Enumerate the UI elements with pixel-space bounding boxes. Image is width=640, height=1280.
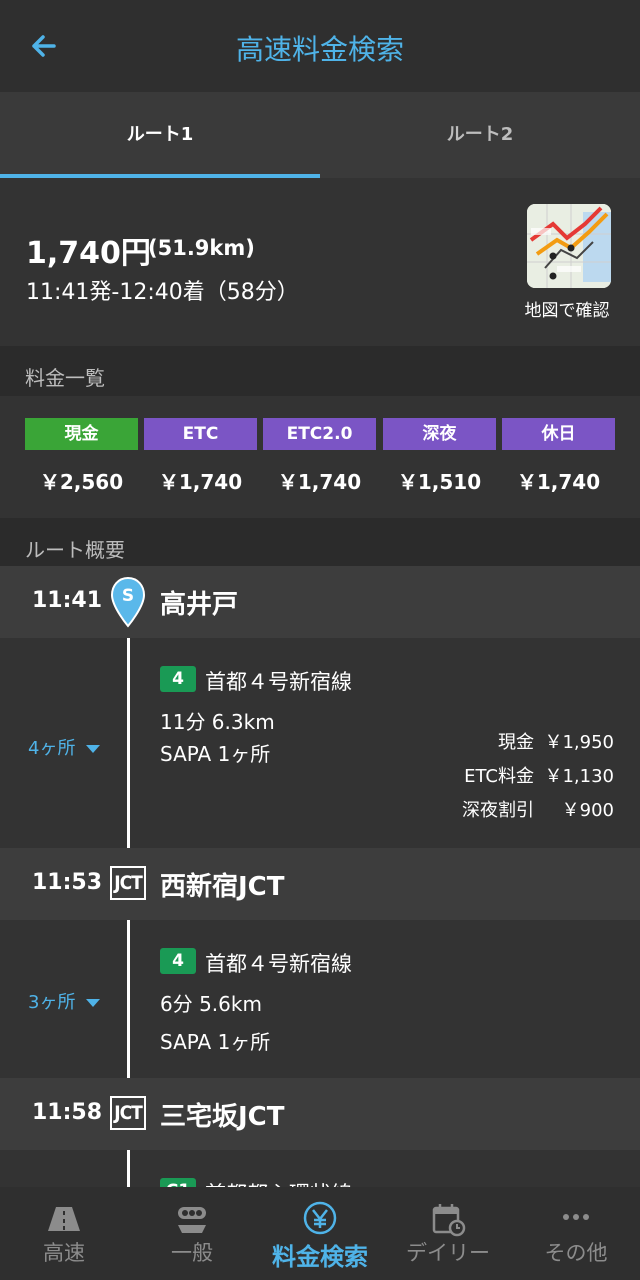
nav-label: 一般 (171, 1241, 213, 1265)
fee-header-etc: ETC (144, 418, 257, 450)
segment-count-toggle[interactable]: 4ヶ所 (28, 734, 101, 760)
fee-table (0, 396, 640, 518)
node-time: 11:53 (32, 870, 103, 895)
fee-header-etc2: ETC2.0 (263, 418, 376, 450)
start-pin-icon: S (110, 576, 146, 628)
app-bar: 高速料金検索 (0, 0, 640, 92)
fee-value-holiday: ￥1,740 (516, 470, 601, 494)
yen-icon (303, 1201, 337, 1235)
fee-header-night: 深夜 (383, 418, 496, 450)
more-icon (563, 1214, 589, 1220)
nav-general[interactable]: 一般 (128, 1187, 256, 1280)
road-number-badge: 4 (160, 948, 196, 974)
route-line (127, 638, 130, 848)
jct-icon: JCT (110, 866, 146, 900)
fee-value-etc2: ￥1,740 (277, 470, 362, 494)
node-name: 高井戸 (160, 590, 239, 620)
route-line (127, 920, 130, 1078)
chevron-down-icon (86, 745, 101, 753)
map-thumbnail[interactable] (527, 204, 611, 288)
node-name: 三宅坂JCT (160, 1102, 285, 1132)
calendar-icon (432, 1204, 466, 1237)
segment-duration-distance: 11分 6.3km (160, 710, 275, 734)
node-time: 11:58 (32, 1100, 103, 1125)
tab-route-1[interactable]: ルート1 (0, 92, 320, 178)
route-node[interactable]: 11:53 JCT 西新宿JCT (0, 848, 640, 920)
fee-header-cash: 現金 (25, 418, 138, 450)
segment-sapa: SAPA 1ヶ所 (160, 742, 271, 766)
node-name: 西新宿JCT (160, 872, 285, 902)
segment-fee-label: 深夜割引 (462, 800, 534, 821)
nav-daily[interactable]: デイリー (384, 1187, 512, 1280)
road-name: 首都都心環状線 (205, 1178, 352, 1187)
page-title: 高速料金検索 (235, 33, 404, 66)
route-map-icon (527, 204, 611, 288)
route-node[interactable]: 11:58 JCT 三宅坂JCT (0, 1078, 640, 1150)
tab-route-2[interactable]: ルート2 (320, 92, 640, 178)
route-summary: 1,740円 (51.9km) 11:41発-12:40着（58分） 地図で確認 (0, 178, 640, 346)
svg-text:S: S (122, 586, 134, 606)
fee-value-cash: ￥2,560 (39, 470, 124, 494)
departure-arrival-time: 11:41発-12:40着（58分） (26, 280, 299, 305)
map-confirm-link[interactable]: 地図で確認 (505, 296, 629, 321)
road-name: 首都４号新宿線 (205, 952, 352, 976)
segment-count-toggle[interactable]: 3ヶ所 (28, 988, 101, 1014)
road-number-badge: C1 (160, 1178, 196, 1187)
traffic-light-icon (178, 1207, 206, 1233)
route-overview-label: ルート概要 (25, 538, 125, 562)
fee-value-night: ￥1,510 (397, 470, 482, 494)
nav-highway[interactable]: 高速 (0, 1187, 128, 1280)
segment-fee-label: 現金 (498, 732, 534, 753)
segment-fee-value: ￥1,130 (544, 766, 614, 787)
total-distance: (51.9km) (148, 236, 255, 260)
segment-duration-distance: 6分 5.6km (160, 992, 262, 1016)
segment-fee-label: ETC料金 (464, 766, 534, 787)
nav-label: デイリー (406, 1241, 490, 1265)
fee-header-holiday: 休日 (502, 418, 615, 450)
route-line (127, 1150, 130, 1187)
nav-fee-search[interactable]: 料金検索 (256, 1187, 384, 1280)
route-tabs: ルート1 ルート2 (0, 92, 640, 178)
road-number-badge: 4 (160, 666, 196, 692)
segment-fee-value: ￥900 (561, 800, 614, 821)
route-segment: 4ヶ所 4 首都４号新宿線 11分 6.3km SAPA 1ヶ所 現金 ￥1,9… (0, 638, 640, 848)
jct-icon: JCT (110, 1096, 146, 1130)
segment-sapa: SAPA 1ヶ所 (160, 1030, 271, 1054)
fee-list-label: 料金一覧 (25, 366, 105, 390)
nav-other[interactable]: その他 (512, 1187, 640, 1280)
route-segment: C1 首都都心環状線 (0, 1150, 640, 1187)
route-node[interactable]: 11:41 S 高井戸 (0, 566, 640, 638)
nav-label: 料金検索 (272, 1243, 368, 1271)
road-name: 首都４号新宿線 (205, 670, 352, 694)
nav-label: その他 (544, 1241, 608, 1265)
route-segment: 3ヶ所 4 首都４号新宿線 6分 5.6km SAPA 1ヶ所 (0, 920, 640, 1078)
total-price: 1,740円 (26, 236, 151, 271)
chevron-down-icon (86, 999, 101, 1007)
highway-icon (48, 1207, 80, 1231)
fee-value-etc: ￥1,740 (158, 470, 243, 494)
node-time: 11:41 (32, 588, 103, 613)
nav-label: 高速 (43, 1241, 85, 1265)
segment-fee-value: ￥1,950 (544, 732, 614, 753)
bottom-navigation: 高速 一般 料金検索 デイリー その他 (0, 1187, 640, 1280)
